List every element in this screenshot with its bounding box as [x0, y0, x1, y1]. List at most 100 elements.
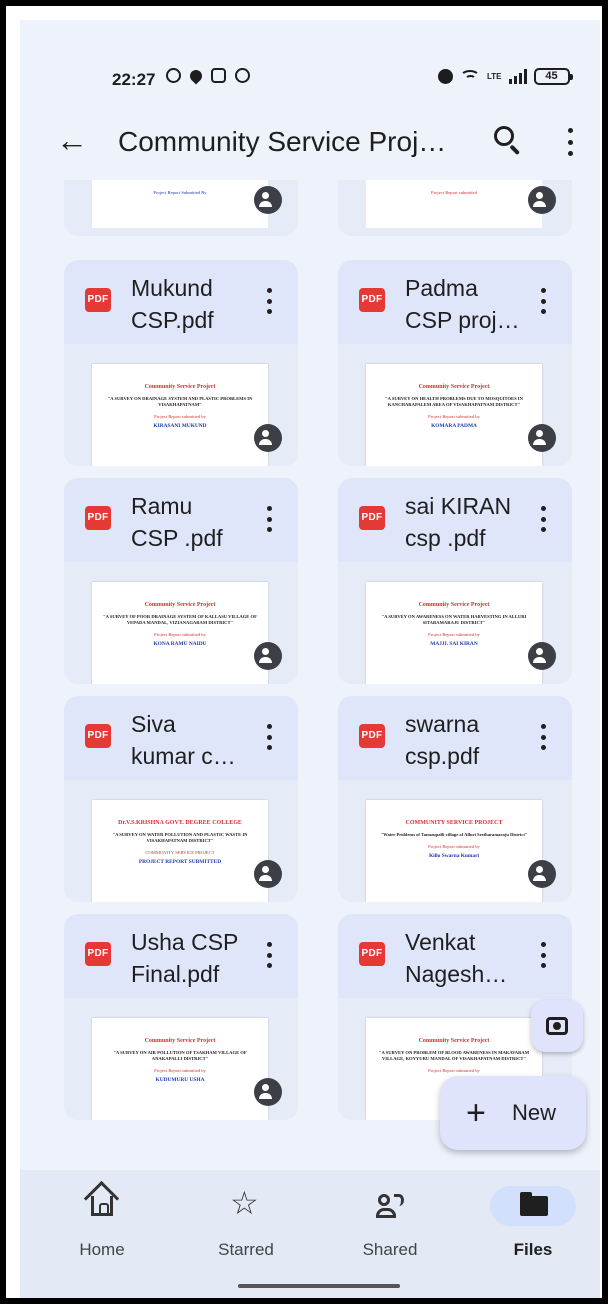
thumb-title: Dr.V.S.KRISHNA GOVT. DEGREE COLLEGE	[118, 820, 242, 826]
notification-icons	[166, 67, 250, 85]
file-card[interactable]: PDF Padma CSP proj… Community Service Proj…	[338, 260, 572, 466]
partial-file-card[interactable]: Project Report Submitted By	[64, 180, 298, 236]
network-label: LTE	[487, 71, 502, 81]
file-name: Siva kumar c…	[131, 711, 236, 769]
shared-icon	[528, 186, 556, 214]
thumb-text: "A SURVEY ON PROBLEM OF BLOOD AWARENESS …	[378, 1050, 530, 1061]
search-button[interactable]	[492, 124, 524, 156]
more-options-button[interactable]	[566, 128, 574, 156]
pdf-file-icon: PDF	[359, 506, 385, 530]
file-card[interactable]: PDF Ramu CSP .pdf Community Service Projec…	[64, 478, 298, 684]
file-name: Venkat Nagesh…	[405, 929, 508, 987]
shared-icon	[254, 424, 282, 452]
file-thumbnail: Community Service Project "A SURVEY ON AI…	[92, 1018, 268, 1120]
thumb-subtitle: Project Report submitted by	[154, 632, 206, 637]
pdf-file-icon: PDF	[85, 724, 111, 748]
file-thumbnail-area: COMMUNITY SERVICE PROJECT "Water Problems…	[338, 780, 572, 902]
file-thumbnail: Community Service Project "A SURVEY ON AW…	[366, 582, 542, 684]
file-thumbnail-area: Community Service Project "A SURVEY OF PO…	[64, 562, 298, 684]
file-grid: Project Report Submitted By Project Repo…	[20, 180, 600, 1170]
page-title: Community Service Proj…	[118, 126, 447, 157]
file-more-button[interactable]	[265, 288, 273, 314]
thumb-title: Community Service Project	[144, 602, 216, 608]
file-card[interactable]: PDF Siva kumar c… Dr.V.S.KRISHNA GOVT. DEG…	[64, 696, 298, 902]
device-frame: 22:27 LTE 45 ← Community Service Proj… P…	[6, 6, 602, 1298]
screen: 22:27 LTE 45 ← Community Service Proj… P…	[20, 20, 600, 1298]
file-thumbnail: Project Report submitted	[366, 180, 542, 228]
alarm-icon	[438, 69, 453, 84]
shared-icon	[528, 860, 556, 888]
arrow-left-icon: ←	[56, 122, 88, 158]
file-more-button[interactable]	[265, 942, 273, 968]
file-thumbnail-area: Community Service Project "A SURVEY ON HE…	[338, 344, 572, 466]
pdf-file-icon: PDF	[85, 506, 111, 530]
thumb-subtitle: COMMUNITY SERVICE PROJECT	[145, 850, 215, 855]
file-thumbnail-area: Community Service Project "A SURVEY ON DR…	[64, 344, 298, 466]
folder-icon	[520, 1192, 548, 1216]
file-thumbnail: Project Report Submitted By	[92, 180, 268, 228]
file-thumbnail-area: Dr.V.S.KRISHNA GOVT. DEGREE COLLEGE "A SU…	[64, 780, 298, 902]
file-more-button[interactable]	[265, 506, 273, 532]
thumb-subtitle: Project Report submitted by	[428, 414, 480, 419]
file-thumbnail: Dr.V.S.KRISHNA GOVT. DEGREE COLLEGE "A SU…	[92, 800, 268, 902]
whatsapp-icon	[166, 68, 181, 83]
file-thumbnail: Community Service Project "A SURVEY ON HE…	[366, 364, 542, 466]
thumb-author: Killo Swarna Kumari	[428, 853, 480, 859]
nav-files[interactable]: Files	[473, 1170, 593, 1298]
file-name: swarna csp.pdf	[405, 711, 480, 769]
file-name: Mukund CSP.pdf	[131, 275, 214, 333]
search-icon	[494, 126, 514, 146]
pdf-file-icon: PDF	[359, 942, 385, 966]
chrome-icon	[235, 68, 250, 83]
file-more-button[interactable]	[539, 288, 547, 314]
pdf-file-icon: PDF	[85, 288, 111, 312]
file-more-button[interactable]	[539, 942, 547, 968]
file-card[interactable]: PDF sai KIRAN csp .pdf Community Service P…	[338, 478, 572, 684]
thumb-subtitle: Project Report submitted by	[154, 1068, 206, 1073]
thumb-title: Community Service Project	[418, 602, 490, 608]
new-button-label: New	[512, 1100, 557, 1125]
shared-icon	[254, 642, 282, 670]
battery-icon: 45	[533, 68, 573, 85]
home-icon	[91, 1196, 113, 1216]
file-thumbnail-area: Community Service Project "A SURVEY ON AI…	[64, 998, 298, 1120]
file-name: Ramu CSP .pdf	[131, 493, 223, 551]
shared-people-icon	[376, 1194, 410, 1220]
shared-icon	[254, 860, 282, 888]
nav-starred[interactable]: ☆ Starred	[186, 1170, 306, 1298]
thumb-subtitle: Project Report submitted by	[428, 1068, 480, 1073]
scan-camera-button[interactable]	[531, 1000, 583, 1052]
thumb-subtitle: Project Report submitted by	[428, 632, 480, 637]
thumb-author: KOMARA PADMA	[431, 423, 477, 429]
thumb-title: Community Service Project	[144, 384, 216, 390]
file-more-button[interactable]	[539, 506, 547, 532]
bottom-navigation: Home ☆ Starred Shared Files	[20, 1170, 600, 1298]
file-card[interactable]: PDF swarna csp.pdf COMMUNITY SERVICE PROJE…	[338, 696, 572, 902]
file-card[interactable]: PDF Mukund CSP.pdf Community Service Proje…	[64, 260, 298, 466]
file-name: Usha CSP Final.pdf	[131, 929, 239, 987]
app-bar: ← Community Service Proj…	[20, 100, 600, 180]
thumb-text: "Water Problems of Tanuzupalli village o…	[380, 832, 528, 837]
partial-file-card[interactable]: Project Report submitted	[338, 180, 572, 236]
thumb-text: "A SURVEY ON DRAINAGE SYSTEM AND PLASTIC…	[107, 396, 253, 407]
file-more-button[interactable]	[265, 724, 273, 750]
thumb-author: MAJJI. SAI KIRAN	[430, 641, 478, 647]
file-more-button[interactable]	[539, 724, 547, 750]
thumb-subtitle: Project Report submitted by	[154, 414, 206, 419]
thumb-author: KONA RAMU NAIDU	[153, 641, 207, 647]
thumb-text: "A SURVEY ON AWARENESS ON WATER HARVESTI…	[381, 614, 527, 625]
thumb-text: "A SURVEY ON HEALTH PROBLEMS DUE TO MOSQ…	[385, 396, 523, 407]
shared-icon	[254, 186, 282, 214]
status-bar: 22:27 LTE 45	[20, 20, 600, 100]
location-icon	[187, 67, 205, 85]
file-thumbnail: Community Service Project "A SURVEY ON DR…	[92, 364, 268, 466]
shared-icon	[528, 642, 556, 670]
pdf-file-icon: PDF	[359, 288, 385, 312]
gesture-bar[interactable]	[238, 1284, 400, 1288]
file-card[interactable]: PDF Usha CSP Final.pdf Community Service P…	[64, 914, 298, 1120]
back-button[interactable]: ←	[56, 120, 88, 160]
new-button[interactable]: + New	[440, 1076, 586, 1150]
thumb-author: KUDUMURU USHA	[155, 1077, 205, 1083]
nav-shared[interactable]: Shared	[330, 1170, 450, 1298]
nav-home[interactable]: Home	[42, 1170, 162, 1298]
